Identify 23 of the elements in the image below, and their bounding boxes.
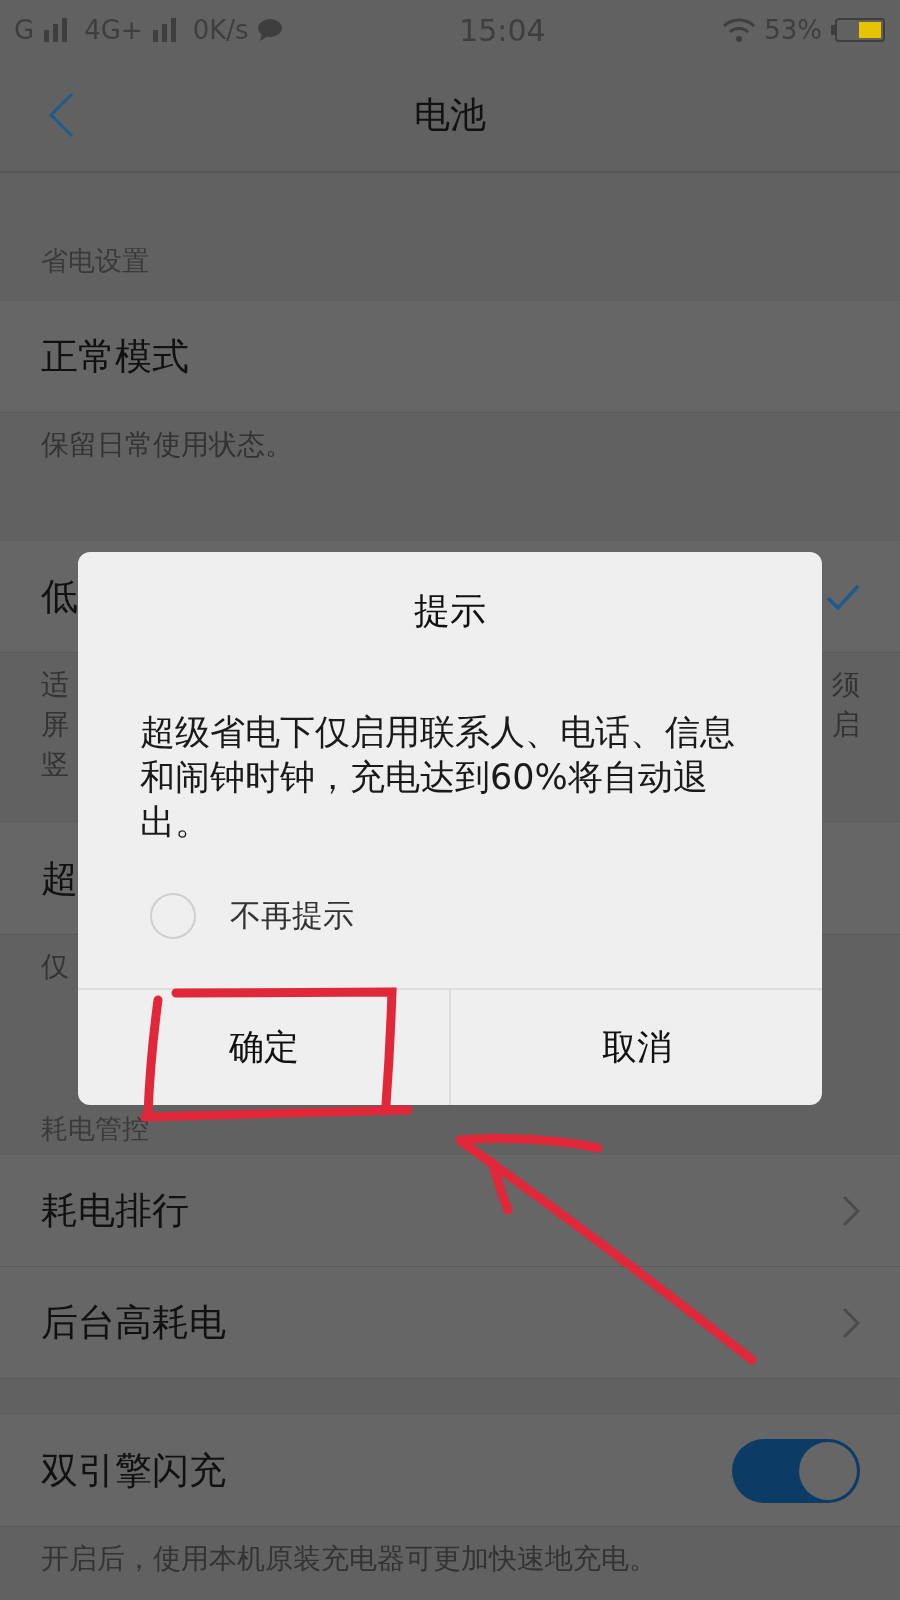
row-title: 双引擎闪充: [41, 1447, 226, 1494]
wifi-icon: [722, 17, 757, 43]
option-label: 不再提示: [230, 896, 354, 935]
battery-icon: [830, 18, 886, 42]
dialog-button[interactable]: 取消: [449, 990, 822, 1105]
message-icon: [256, 18, 283, 42]
chevron-icon: [842, 1306, 860, 1339]
dialog-button[interactable]: 确定: [78, 990, 449, 1105]
row-title: 正常模式: [41, 333, 189, 380]
row-title: 后台高耗电: [41, 1299, 226, 1346]
page-title: 电池: [414, 93, 486, 137]
row-title: 耗电排行: [41, 1187, 189, 1234]
settings-row[interactable]: 耗电排行: [0, 1155, 900, 1267]
settings-row[interactable]: 双引擎闪充: [0, 1415, 900, 1527]
radio-button[interactable]: [150, 893, 196, 939]
row-title: 超: [41, 855, 78, 902]
settings-row[interactable]: 后台高耗电: [0, 1267, 900, 1379]
dialog-message: 超级省电下仅启用联系人、电话、信息和闹钟时钟，充电达到60%将自动退出。: [139, 711, 736, 844]
back-icon[interactable]: [48, 92, 74, 138]
chevron-icon: [842, 1194, 860, 1227]
row-title: 低: [41, 573, 78, 620]
dialog-title: 提示: [413, 589, 487, 633]
settings-row[interactable]: 正常模式: [0, 301, 900, 413]
